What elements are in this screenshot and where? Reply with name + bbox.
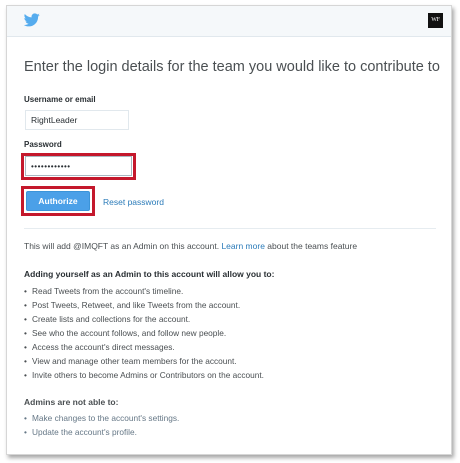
password-field[interactable]	[25, 156, 132, 176]
learn-more-link[interactable]: Learn more	[221, 241, 264, 251]
page-title: Enter the login details for the team you…	[24, 59, 440, 75]
allow-list: Read Tweets from the account's timeline.…	[24, 284, 264, 382]
username-field[interactable]	[25, 110, 129, 130]
allow-section-title: Adding yourself as an Admin to this acco…	[24, 269, 275, 279]
authorize-button[interactable]: Authorize	[26, 191, 90, 211]
list-item: Invite others to become Admins or Contri…	[24, 368, 264, 382]
password-label: Password	[24, 140, 62, 149]
list-item: Access the account's direct messages.	[24, 340, 264, 354]
avatar[interactable]: WF	[428, 13, 443, 28]
list-item: Read Tweets from the account's timeline.	[24, 284, 264, 298]
twitter-bird-icon[interactable]	[24, 13, 40, 27]
list-item: Post Tweets, Retweet, and like Tweets fr…	[24, 298, 264, 312]
list-item: See who the account follows, and follow …	[24, 326, 264, 340]
not-allowed-section-title: Admins are not able to:	[24, 397, 119, 407]
reset-password-link[interactable]: Reset password	[103, 197, 164, 207]
username-label: Username or email	[24, 95, 96, 104]
login-window: WF Enter the login details for the team …	[6, 5, 452, 455]
list-item: View and manage other team members for t…	[24, 354, 264, 368]
divider	[24, 228, 436, 229]
top-bar: WF	[7, 6, 451, 37]
list-item: Create lists and collections for the acc…	[24, 312, 264, 326]
info-prefix: This will add @IMQFT as an Admin on this…	[24, 241, 222, 251]
info-text: This will add @IMQFT as an Admin on this…	[24, 241, 357, 251]
list-item: Make changes to the account's settings.	[24, 411, 179, 425]
not-allowed-list: Make changes to the account's settings. …	[24, 411, 179, 439]
list-item: Update the account's profile.	[24, 425, 179, 439]
info-suffix: about the teams feature	[264, 241, 358, 251]
